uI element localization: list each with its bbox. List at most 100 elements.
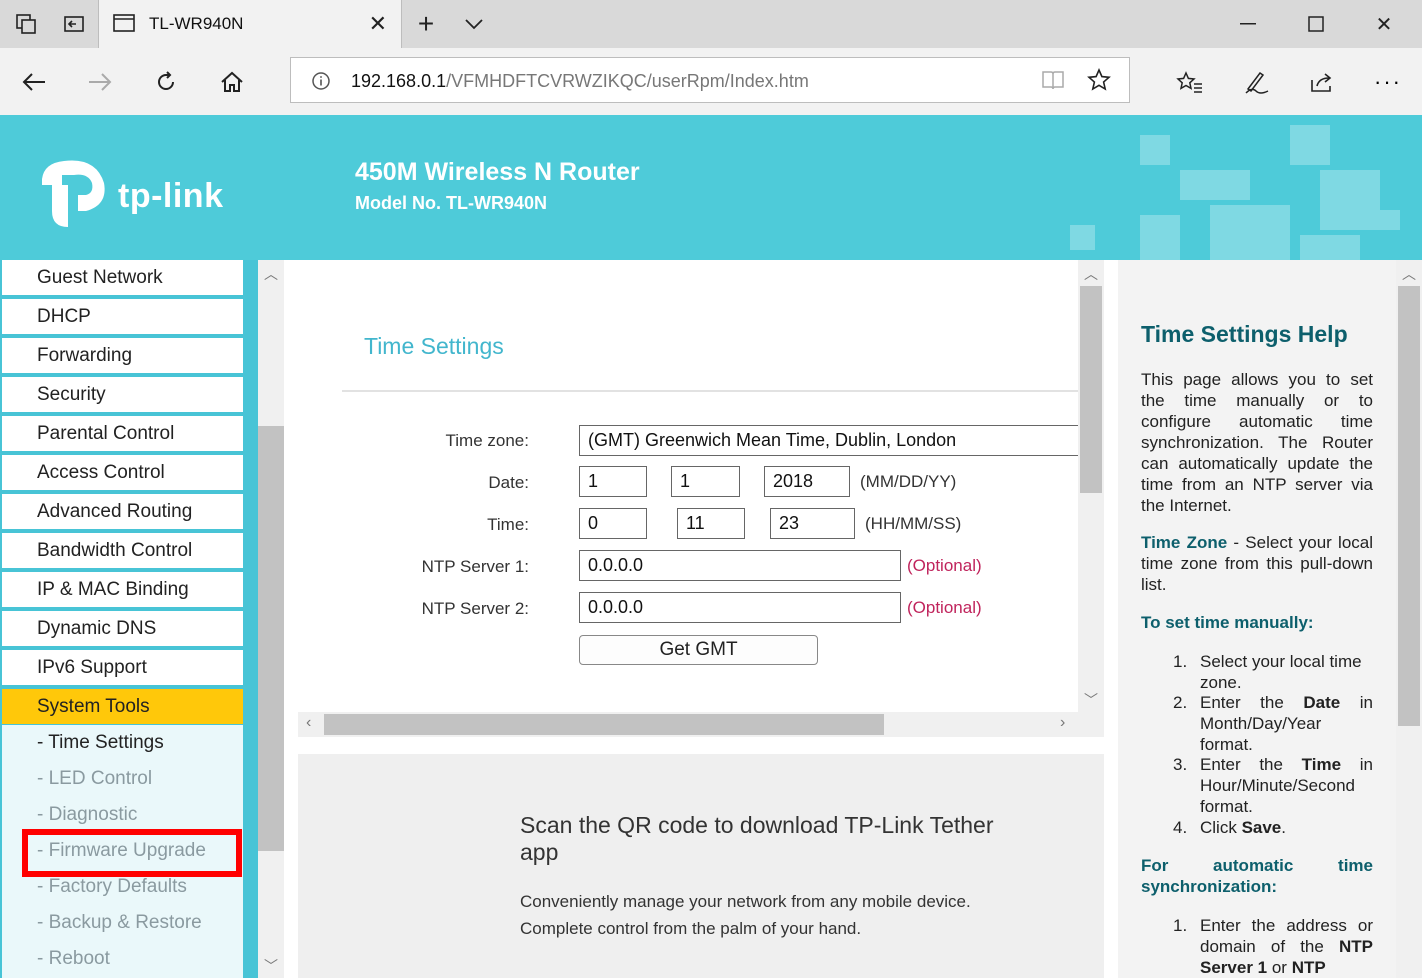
help-intro: This page allows you to set the time man…: [1141, 370, 1373, 515]
help-timezone-term: Time Zone: [1141, 533, 1228, 552]
menu-item-ipv6-support[interactable]: IPv6 Support: [2, 650, 243, 685]
date-label: Date:: [488, 473, 529, 492]
time-label: Time:: [487, 515, 529, 534]
menu-item-dhcp[interactable]: DHCP: [2, 299, 243, 334]
decor-square: [1210, 205, 1290, 260]
main-vertical-scrollbar[interactable]: ︿ ﹀: [1078, 260, 1104, 712]
ntp1-input[interactable]: 0.0.0.0: [579, 550, 901, 581]
web-note-pen-icon[interactable]: [1240, 66, 1272, 98]
text: Click: [1200, 818, 1242, 837]
ntp2-label: NTP Server 2:: [421, 599, 529, 618]
url-path: /VFMHDFTCVRWZIKQC/userRpm/Index.htm: [446, 71, 809, 91]
help-scroll-thumb[interactable]: [1398, 286, 1420, 726]
scroll-down-icon[interactable]: ﹀: [1084, 690, 1098, 710]
menu-item-bandwidth-control[interactable]: Bandwidth Control: [2, 533, 243, 568]
menu-item-access-control[interactable]: Access Control: [2, 455, 243, 490]
decor-square: [1070, 225, 1095, 250]
reading-view-icon[interactable]: [1041, 69, 1065, 96]
refresh-icon[interactable]: [150, 66, 182, 98]
get-gmt-button[interactable]: Get GMT: [579, 635, 818, 665]
tab-actions-icon[interactable]: [12, 10, 40, 38]
date-day-input[interactable]: 1: [671, 466, 740, 497]
submenu-item-backup-restore[interactable]: - Backup & Restore: [37, 912, 202, 934]
submenu-item-led-control[interactable]: - LED Control: [37, 768, 152, 790]
home-icon[interactable]: [216, 66, 248, 98]
forward-icon[interactable]: [84, 66, 116, 98]
help-scrollbar[interactable]: ︿: [1396, 260, 1422, 978]
minimize-icon[interactable]: [1228, 8, 1268, 40]
timezone-select[interactable]: (GMT) Greenwich Mean Time, Dublin, Londo…: [579, 425, 1099, 456]
favorite-star-icon[interactable]: [1087, 68, 1111, 97]
menu-item-ip-mac-binding[interactable]: IP & MAC Binding: [2, 572, 243, 607]
term: Save: [1241, 818, 1282, 837]
date-format-hint: (MM/DD/YY): [860, 472, 957, 491]
main-horizontal-scrollbar[interactable]: ‹ ›: [298, 712, 1104, 737]
new-tab-icon[interactable]: +: [412, 8, 440, 39]
more-menu-icon[interactable]: ···: [1372, 66, 1404, 98]
time-hour-input[interactable]: 0: [579, 508, 647, 539]
address-bar[interactable]: 192.168.0.1/VFMHDFTCVRWZIKQC/userRpm/Ind…: [290, 57, 1130, 103]
menu-item-dynamic-dns[interactable]: Dynamic DNS: [2, 611, 243, 646]
tab-list-chevron-icon[interactable]: [460, 10, 488, 38]
scroll-right-icon[interactable]: ›: [1060, 714, 1065, 732]
time-minute-input[interactable]: 11: [677, 508, 745, 539]
help-manual-step-3: Enter the Time in Hour/Minute/Second for…: [1200, 754, 1373, 817]
scroll-down-icon[interactable]: ﹀: [264, 956, 278, 976]
term: NTP: [1291, 958, 1326, 977]
share-icon[interactable]: [1306, 66, 1338, 98]
ntp1-optional-hint: (Optional): [907, 556, 982, 575]
favorites-hub-icon[interactable]: [1174, 66, 1206, 98]
model-number: Model No. TL-WR940N: [355, 193, 547, 213]
menu-item-advanced-routing[interactable]: Advanced Routing: [2, 494, 243, 529]
submenu-item-diagnostic[interactable]: - Diagnostic: [37, 804, 137, 826]
text: or: [1267, 958, 1292, 977]
maximize-icon[interactable]: [1296, 8, 1336, 40]
menu-item-guest-network[interactable]: Guest Network: [2, 260, 243, 295]
tab-title: TL-WR940N: [149, 14, 244, 33]
page-title: Time Settings: [364, 333, 504, 359]
window-close-icon[interactable]: ✕: [1364, 8, 1404, 40]
menu-item-system-tools[interactable]: System Tools: [2, 689, 243, 724]
logo-text: tp-link: [118, 177, 224, 215]
menu-item-forwarding[interactable]: Forwarding: [2, 338, 243, 373]
date-year-input[interactable]: 2018: [764, 466, 850, 497]
scroll-up-icon[interactable]: ︿: [1402, 264, 1416, 284]
browser-tab-bar: TL-WR940N ✕ + ✕: [0, 0, 1422, 48]
submenu-item-reboot[interactable]: - Reboot: [37, 948, 110, 970]
help-auto-heading: For automatic time synchronization:: [1141, 856, 1373, 896]
back-icon[interactable]: [18, 66, 50, 98]
submenu-item-time-settings[interactable]: - Time Settings: [37, 732, 164, 754]
submenu-item-factory-defaults[interactable]: - Factory Defaults: [37, 876, 187, 898]
tab-close-icon[interactable]: ✕: [369, 11, 387, 37]
set-tabs-aside-icon[interactable]: [60, 10, 88, 38]
divider: [342, 390, 1078, 392]
qr-title: Scan the QR code to download TP-Link Tet…: [520, 812, 994, 865]
menu-scrollbar[interactable]: ︿ ﹀: [258, 260, 284, 978]
decor-square: [1320, 170, 1380, 230]
browser-tab[interactable]: TL-WR940N ✕: [98, 0, 402, 48]
term: Time: [1301, 755, 1342, 774]
main-hscroll-thumb[interactable]: [324, 714, 884, 735]
menu-item-parental-control[interactable]: Parental Control: [2, 416, 243, 451]
help-manual-step-1: Select your local time zone.: [1200, 652, 1362, 692]
annotation-highlight-box: [22, 829, 242, 877]
ntp2-input[interactable]: 0.0.0.0: [579, 592, 901, 623]
time-second-input[interactable]: 23: [770, 508, 855, 539]
menu-item-security[interactable]: Security: [2, 377, 243, 412]
menu-scroll-thumb[interactable]: [258, 426, 284, 851]
term: Date: [1303, 693, 1341, 712]
scroll-up-icon[interactable]: ︿: [1084, 264, 1098, 284]
help-list-number: 1.: [1173, 652, 1188, 671]
main-vscroll-thumb[interactable]: [1080, 286, 1102, 493]
help-list-number: 1.: [1173, 916, 1188, 935]
decor-square: [1300, 235, 1360, 260]
site-info-icon[interactable]: [311, 71, 331, 96]
help-list-number: 2.: [1173, 693, 1188, 712]
decor-square: [1180, 170, 1250, 200]
help-list-number: 3.: [1173, 755, 1188, 774]
scroll-left-icon[interactable]: ‹: [306, 714, 311, 732]
scroll-up-icon[interactable]: ︿: [264, 264, 278, 284]
date-month-input[interactable]: 1: [579, 466, 647, 497]
qr-description-line1: Conveniently manage your network from an…: [520, 892, 971, 911]
text: Enter the: [1200, 755, 1302, 774]
